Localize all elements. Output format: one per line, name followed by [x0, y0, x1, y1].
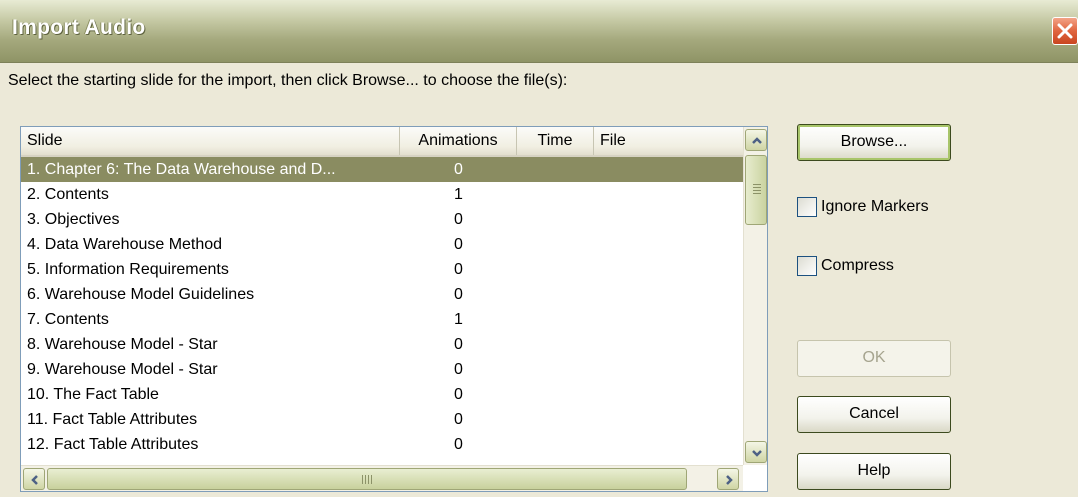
- ignore-markers-box[interactable]: [797, 197, 817, 217]
- time-cell: [517, 332, 594, 357]
- animations-cell: 0: [454, 261, 463, 278]
- animations-cell: 0: [454, 411, 463, 428]
- compress-checkbox[interactable]: Compress: [797, 256, 894, 276]
- arrow-down-icon: [752, 450, 762, 457]
- scroll-down-button[interactable]: [745, 441, 767, 463]
- animations-cell: 1: [454, 311, 463, 328]
- time-cell: [517, 432, 594, 457]
- time-cell: [517, 232, 594, 257]
- table-row[interactable]: 3. Objectives 0: [21, 207, 743, 232]
- list-header: Slide Animations Time File: [21, 127, 743, 157]
- close-icon: [1057, 23, 1073, 39]
- slide-cell: 4. Data Warehouse Method: [27, 236, 223, 253]
- thumb-grip: [753, 184, 761, 194]
- animations-cell: 0: [454, 211, 463, 228]
- time-cell: [517, 282, 594, 307]
- table-row[interactable]: 5. Information Requirements 0: [21, 257, 743, 282]
- animations-cell: 0: [454, 286, 463, 303]
- column-header-file[interactable]: File: [594, 127, 743, 155]
- animations-cell: 0: [454, 386, 463, 403]
- time-cell: [517, 182, 594, 207]
- table-row[interactable]: 9. Warehouse Model - Star 0: [21, 357, 743, 382]
- vertical-scroll-thumb[interactable]: [745, 155, 767, 225]
- column-header-time[interactable]: Time: [517, 127, 594, 155]
- file-cell: [594, 357, 743, 382]
- column-header-animations[interactable]: Animations: [400, 127, 517, 155]
- arrow-up-icon: [752, 137, 762, 144]
- ignore-markers-checkbox[interactable]: Ignore Markers: [797, 197, 929, 217]
- table-row[interactable]: 6. Warehouse Model Guidelines 0: [21, 282, 743, 307]
- animations-cell: 0: [454, 436, 463, 453]
- animations-cell: 0: [454, 236, 463, 253]
- horizontal-scroll-thumb[interactable]: [47, 468, 687, 490]
- slide-cell: 9. Warehouse Model - Star: [27, 361, 218, 378]
- file-cell: [594, 332, 743, 357]
- arrow-left-icon: [31, 475, 38, 485]
- time-cell: [517, 257, 594, 282]
- time-cell: [517, 357, 594, 382]
- thumb-grip: [362, 475, 372, 484]
- arrow-right-icon: [726, 475, 733, 485]
- table-row[interactable]: 12. Fact Table Attributes 0: [21, 432, 743, 457]
- scroll-up-button[interactable]: [745, 129, 767, 151]
- ignore-markers-label: Ignore Markers: [821, 198, 929, 215]
- file-cell: [594, 182, 743, 207]
- scroll-left-button[interactable]: [23, 468, 45, 490]
- table-row[interactable]: 4. Data Warehouse Method 0: [21, 232, 743, 257]
- list-rows: 1. Chapter 6: The Data Warehouse and D..…: [21, 157, 743, 457]
- slide-cell: 2. Contents: [27, 186, 109, 203]
- cancel-button[interactable]: Cancel: [797, 396, 951, 433]
- slide-cell: 1. Chapter 6: The Data Warehouse and D..…: [27, 161, 336, 178]
- file-cell: [594, 157, 743, 182]
- import-audio-dialog: Import Audio Select the starting slide f…: [0, 0, 1078, 497]
- time-cell: [517, 207, 594, 232]
- file-cell: [594, 307, 743, 332]
- table-row[interactable]: 11. Fact Table Attributes 0: [21, 407, 743, 432]
- time-cell: [517, 382, 594, 407]
- file-cell: [594, 282, 743, 307]
- slide-cell: 12. Fact Table Attributes: [27, 436, 199, 453]
- table-row[interactable]: 8. Warehouse Model - Star 0: [21, 332, 743, 357]
- slide-cell: 7. Contents: [27, 311, 109, 328]
- table-row[interactable]: 10. The Fact Table 0: [21, 382, 743, 407]
- help-button[interactable]: Help: [797, 453, 951, 490]
- file-cell: [594, 432, 743, 457]
- title-bar[interactable]: Import Audio: [0, 0, 1078, 63]
- instruction-text: Select the starting slide for the import…: [8, 72, 568, 89]
- animations-cell: 0: [454, 336, 463, 353]
- slide-cell: 5. Information Requirements: [27, 261, 229, 278]
- table-row[interactable]: 2. Contents 1: [21, 182, 743, 207]
- slide-cell: 11. Fact Table Attributes: [27, 411, 198, 428]
- time-cell: [517, 307, 594, 332]
- slide-cell: 8. Warehouse Model - Star: [27, 336, 218, 353]
- close-button[interactable]: [1052, 17, 1078, 45]
- compress-label: Compress: [821, 257, 894, 274]
- slide-cell: 10. The Fact Table: [27, 386, 159, 403]
- horizontal-scrollbar[interactable]: [21, 465, 743, 491]
- file-cell: [594, 232, 743, 257]
- vertical-scrollbar[interactable]: [743, 127, 767, 465]
- file-cell: [594, 207, 743, 232]
- compress-box[interactable]: [797, 256, 817, 276]
- scroll-right-button[interactable]: [717, 468, 739, 490]
- time-cell: [517, 157, 594, 182]
- file-cell: [594, 257, 743, 282]
- slide-list[interactable]: Slide Animations Time File 1. Chapter 6:…: [20, 126, 768, 492]
- animations-cell: 0: [454, 161, 463, 178]
- time-cell: [517, 407, 594, 432]
- browse-button[interactable]: Browse...: [797, 124, 951, 161]
- ok-button[interactable]: OK: [797, 340, 951, 377]
- slide-cell: 3. Objectives: [27, 211, 120, 228]
- column-header-slide[interactable]: Slide: [21, 127, 400, 155]
- table-row[interactable]: 1. Chapter 6: The Data Warehouse and D..…: [21, 157, 743, 182]
- file-cell: [594, 407, 743, 432]
- animations-cell: 0: [454, 361, 463, 378]
- animations-cell: 1: [454, 186, 463, 203]
- table-row[interactable]: 7. Contents 1: [21, 307, 743, 332]
- slide-cell: 6. Warehouse Model Guidelines: [27, 286, 255, 303]
- file-cell: [594, 382, 743, 407]
- window-title: Import Audio: [12, 16, 146, 39]
